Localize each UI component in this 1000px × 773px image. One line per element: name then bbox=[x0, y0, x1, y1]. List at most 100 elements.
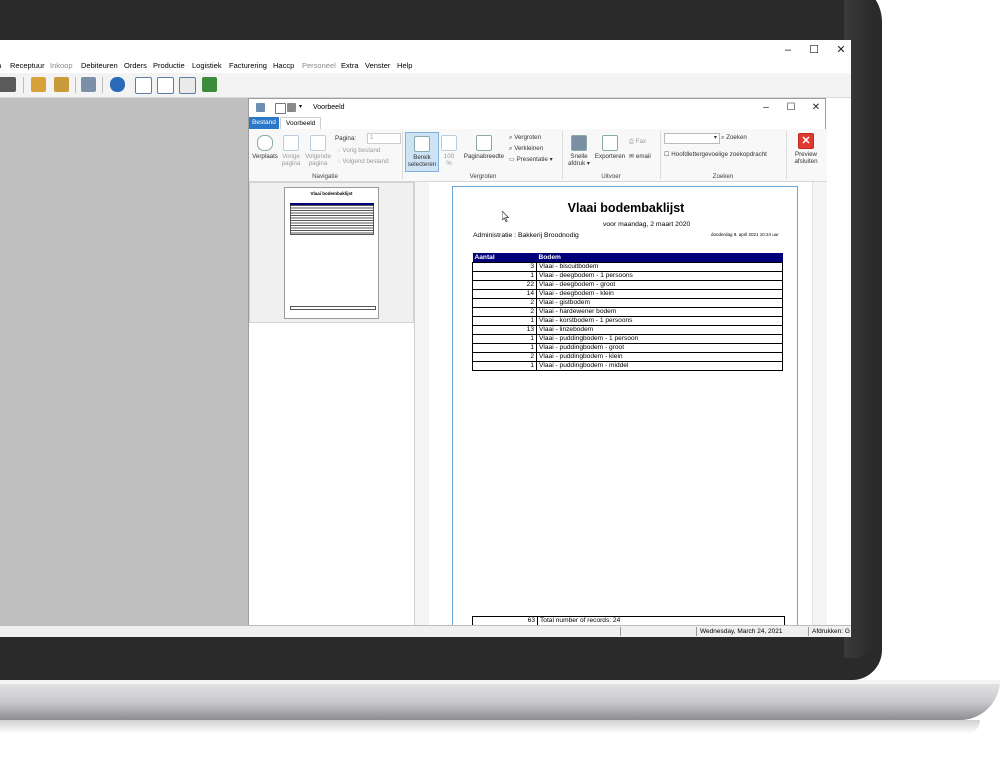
paginabreedte-button[interactable]: Paginabreedte bbox=[461, 135, 507, 160]
volgende-pagina-button[interactable]: Volgende pagina bbox=[303, 135, 333, 167]
thumbnail-page[interactable]: Vlaai bodembaklijst bbox=[284, 187, 379, 319]
thumbnail-pane: Vlaai bodembaklijst bbox=[249, 182, 415, 625]
bereik-selecteren-button[interactable]: Bereik selecteren bbox=[405, 132, 439, 172]
thumbnail-scrollbar[interactable] bbox=[415, 182, 429, 625]
email-label: email bbox=[635, 153, 651, 160]
cell-aantal: 2 bbox=[472, 352, 537, 362]
chevron-down-icon[interactable]: ▾ bbox=[299, 103, 308, 112]
menu-item-12[interactable]: Help bbox=[397, 61, 412, 70]
basket-icon[interactable] bbox=[81, 77, 96, 92]
verplaats-label: Verplaats bbox=[252, 153, 278, 160]
exporteren-label: Exporteren bbox=[594, 153, 626, 160]
menu-item-11[interactable]: Venster bbox=[365, 61, 390, 70]
table-row: 1 Vlaai - deegbodem - 1 persoons bbox=[472, 271, 783, 281]
thumbnail-selected[interactable]: Vlaai bodembaklijst bbox=[249, 182, 414, 323]
page-width-icon bbox=[476, 135, 492, 151]
menu-item-7[interactable]: Facturering bbox=[229, 61, 267, 70]
footer-label: Total number of records: 24 bbox=[537, 617, 620, 625]
preview-window: ▾ Voorbeeld – ☐ ✕ Bestand Voorbeeld Verp… bbox=[248, 98, 827, 626]
table-row: 22 Vlaai - deegbodem - groot bbox=[472, 280, 783, 290]
menu-item-3[interactable]: Debiteuren bbox=[81, 61, 118, 70]
menu-item-10[interactable]: Extra bbox=[341, 61, 359, 70]
cell-aantal: 1 bbox=[472, 316, 537, 326]
close-button[interactable]: ✕ bbox=[830, 42, 851, 58]
menu-item-0[interactable]: n bbox=[0, 61, 1, 70]
hourglass-icon[interactable] bbox=[179, 77, 196, 94]
pagina-label: pagina bbox=[308, 160, 328, 167]
cell-bodem: Vlaai - deegbodem - 1 persoons bbox=[536, 271, 783, 281]
status-prints: Afdrukken: G bbox=[808, 627, 851, 636]
preview-close-button[interactable]: ✕ bbox=[807, 101, 825, 115]
paginabreedte-label: Paginabreedte bbox=[463, 153, 505, 160]
cell-bodem: Vlaai - deegbodem - groot bbox=[536, 280, 783, 290]
preview-afsluiten-button[interactable]: ✕ Preview afsluiten bbox=[789, 133, 823, 165]
vorige-label: Vorige bbox=[282, 153, 300, 160]
vergroten-button[interactable]: ⌕ Vergroten bbox=[509, 134, 541, 142]
volgende-label: Volgende bbox=[305, 153, 331, 160]
verkleinen-button[interactable]: ⌕ Verkleinen bbox=[509, 145, 543, 153]
fax-button[interactable]: ⎙ Fax bbox=[629, 138, 646, 146]
pagina-input[interactable]: 1 bbox=[367, 133, 401, 144]
preview-maximize-button[interactable]: ☐ bbox=[782, 101, 800, 115]
footer-total: 63 bbox=[527, 617, 535, 624]
cell-bodem: Vlaai - linzebodem bbox=[536, 325, 783, 335]
zoom-unit: % bbox=[446, 160, 452, 167]
menu-item-1[interactable]: Receptuur bbox=[10, 61, 45, 70]
preview-minimize-button[interactable]: – bbox=[757, 101, 775, 115]
report-title: Vlaai bodembaklijst bbox=[567, 201, 685, 215]
hoofdletter-checkbox[interactable]: ☐ Hoofdlettergevoelige zoekopdracht bbox=[664, 151, 767, 159]
menu-item-4[interactable]: Orders bbox=[124, 61, 147, 70]
bereik-label: Bereik bbox=[413, 154, 431, 161]
new-document-icon[interactable] bbox=[275, 103, 286, 114]
tab-bestand[interactable]: Bestand bbox=[249, 117, 279, 129]
group-separator bbox=[562, 131, 563, 179]
document-icon[interactable] bbox=[135, 77, 152, 94]
money-icon[interactable] bbox=[202, 77, 217, 92]
presentatie-button[interactable]: ▭ Presentatie ▾ bbox=[509, 156, 553, 164]
laptop-shadow bbox=[0, 720, 980, 734]
cell-bodem: Vlaai - hardewener bodem bbox=[536, 307, 783, 317]
minimize-button[interactable]: – bbox=[777, 42, 799, 58]
maximize-button[interactable]: ☐ bbox=[803, 42, 825, 58]
menu-item-8[interactable]: Haccp bbox=[273, 61, 294, 70]
hand-icon bbox=[257, 135, 273, 151]
zoom-value: 100 bbox=[443, 153, 455, 160]
table-row: 1 Vlaai - korstbodem - 1 persoons bbox=[472, 316, 783, 326]
toolbar-separator bbox=[102, 77, 103, 93]
menu-item-9[interactable]: Personeel bbox=[302, 61, 336, 70]
vorige-pagina-button[interactable]: Vorige pagina bbox=[279, 135, 303, 167]
email-button[interactable]: ✉ email bbox=[629, 153, 651, 161]
schedule-icon[interactable] bbox=[157, 77, 174, 94]
pagina-value: 1 bbox=[370, 134, 374, 141]
menu-item-2[interactable]: Inkoop bbox=[50, 61, 73, 70]
last-record-icon[interactable] bbox=[0, 77, 16, 92]
verplaats-button[interactable]: Verplaats bbox=[251, 135, 279, 160]
cell-aantal: 1 bbox=[472, 271, 537, 281]
group-separator bbox=[402, 131, 403, 179]
cell-bodem: Vlaai - biscuitbodem bbox=[536, 262, 783, 272]
preview-scrollbar[interactable] bbox=[812, 182, 827, 625]
toolbar-separator bbox=[23, 77, 24, 93]
volgend-bestand-button[interactable]: ◌ Volgend bestand bbox=[337, 158, 389, 166]
zoom-100-button[interactable]: 100 % bbox=[439, 135, 459, 167]
users-icon[interactable] bbox=[110, 77, 125, 92]
folder-icon[interactable] bbox=[31, 77, 46, 92]
menu-item-5[interactable]: Productie bbox=[153, 61, 185, 70]
statusbar: Wednesday, March 24, 2021 Afdrukken: G bbox=[0, 625, 851, 637]
exporteren-button[interactable]: Exporteren bbox=[593, 135, 627, 160]
folder-open-icon[interactable] bbox=[54, 77, 69, 92]
zoom-100-icon bbox=[441, 135, 457, 151]
report-table: Aantal Bodem 3 Vlaai - biscuitbodem 1 Vlaai… bbox=[472, 253, 783, 371]
vorig-bestand-button[interactable]: ◌ Vorig bestand bbox=[337, 147, 380, 155]
snelle-afdruk-button[interactable]: Snelle afdruk ▾ bbox=[565, 135, 593, 167]
afsluiten-label: afsluiten bbox=[794, 158, 818, 165]
zoeken-button[interactable]: ⌕ Zoeken bbox=[721, 134, 747, 142]
menubar: n Receptuur Inkoop Debiteuren Orders Producti… bbox=[0, 60, 851, 73]
print-icon[interactable] bbox=[287, 103, 296, 112]
search-input[interactable]: ▾ bbox=[664, 133, 720, 144]
cell-aantal: 22 bbox=[472, 280, 537, 290]
cell-aantal: 1 bbox=[472, 343, 537, 353]
table-header-row: Aantal Bodem bbox=[472, 253, 783, 263]
cell-aantal: 14 bbox=[472, 289, 537, 299]
menu-item-6[interactable]: Logistiek bbox=[192, 61, 222, 70]
